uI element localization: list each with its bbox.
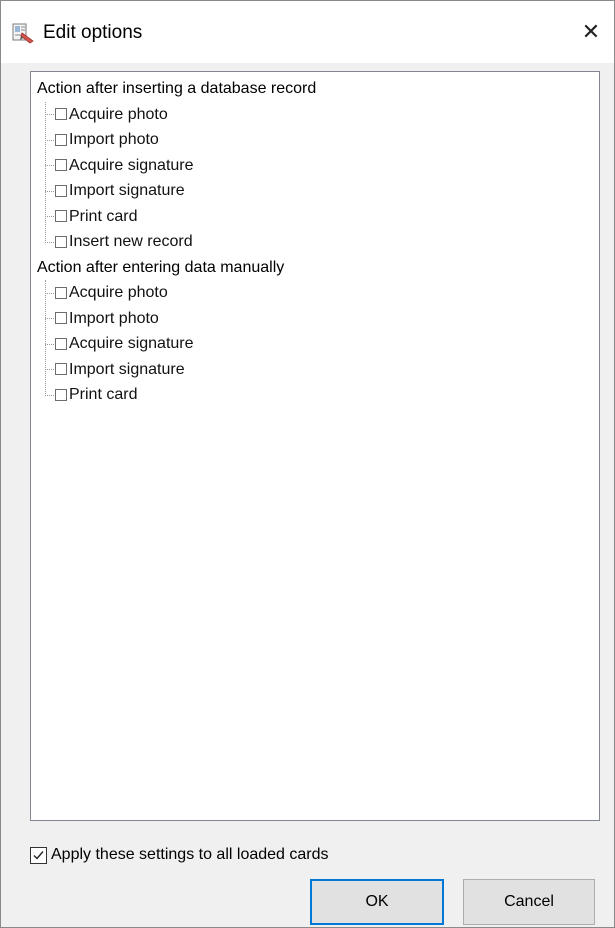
tree-item-label[interactable]: Import photo — [69, 306, 159, 332]
tree-item-label[interactable]: Insert new record — [69, 229, 193, 255]
tree-item[interactable]: Insert new record — [37, 229, 595, 255]
tree-item-checkbox[interactable] — [55, 235, 67, 248]
window-title: Edit options — [43, 22, 143, 43]
tree-item[interactable]: Acquire signature — [37, 331, 595, 357]
tree-item-label[interactable]: Acquire signature — [69, 331, 194, 357]
tree-item[interactable]: Import signature — [37, 357, 595, 383]
close-button[interactable]: ✕ — [568, 1, 614, 63]
tree-item[interactable]: Import photo — [37, 306, 595, 332]
close-icon: ✕ — [581, 19, 601, 44]
tree-item[interactable]: Acquire signature — [37, 153, 595, 179]
tree-group-children: Acquire photo Import photo Acquire signatu… — [37, 101, 595, 255]
tree-root: Action after inserting a database record… — [37, 76, 595, 408]
tree-group-label[interactable]: Action after inserting a database record — [37, 76, 595, 102]
tree-item[interactable]: Acquire photo — [37, 102, 595, 128]
tree-item-label[interactable]: Print card — [69, 382, 137, 408]
tree-item-checkbox[interactable] — [55, 337, 67, 350]
tree-group-label[interactable]: Action after entering data manually — [37, 255, 595, 281]
cancel-button[interactable]: Cancel — [463, 879, 595, 925]
tree-item-checkbox[interactable] — [55, 210, 67, 223]
tree-item-label[interactable]: Acquire photo — [69, 280, 168, 306]
tree-item-label[interactable]: Print card — [69, 204, 137, 230]
tree-item[interactable]: Import photo — [37, 127, 595, 153]
tree-item-checkbox[interactable] — [55, 388, 67, 401]
tree-item-checkbox[interactable] — [55, 363, 67, 376]
tree-item-checkbox[interactable] — [55, 184, 67, 197]
ok-button[interactable]: OK — [310, 879, 444, 925]
tree-item[interactable]: Print card — [37, 382, 595, 408]
tree-item[interactable]: Import signature — [37, 178, 595, 204]
tree-item-label[interactable]: Acquire signature — [69, 153, 194, 179]
apply-all-label[interactable]: Apply these settings to all loaded cards — [51, 846, 329, 864]
tree-item-checkbox[interactable] — [55, 133, 67, 146]
tree-item-label[interactable]: Import photo — [69, 127, 159, 153]
checkmark-icon — [33, 850, 44, 860]
tree-item[interactable]: Print card — [37, 204, 595, 230]
options-tree[interactable]: Action after inserting a database record… — [30, 71, 600, 821]
tree-item-checkbox[interactable] — [55, 312, 67, 325]
tree-item-label[interactable]: Acquire photo — [69, 102, 168, 128]
tree-group-children: Acquire photo Import photo Acquire signatu… — [37, 280, 595, 408]
card-app-icon — [11, 21, 35, 45]
apply-all-checkbox[interactable] — [30, 846, 47, 864]
apply-all-row[interactable]: Apply these settings to all loaded cards — [30, 843, 329, 867]
tree-item-label[interactable]: Import signature — [69, 178, 185, 204]
edit-options-dialog: Edit options ✕ Action after inserting a … — [0, 0, 615, 928]
tree-item-checkbox[interactable] — [55, 159, 67, 172]
tree-item-label[interactable]: Import signature — [69, 357, 185, 383]
tree-item[interactable]: Acquire photo — [37, 280, 595, 306]
tree-item-checkbox[interactable] — [55, 108, 67, 121]
title-bar[interactable]: Edit options ✕ — [1, 1, 614, 63]
tree-item-checkbox[interactable] — [55, 286, 67, 299]
